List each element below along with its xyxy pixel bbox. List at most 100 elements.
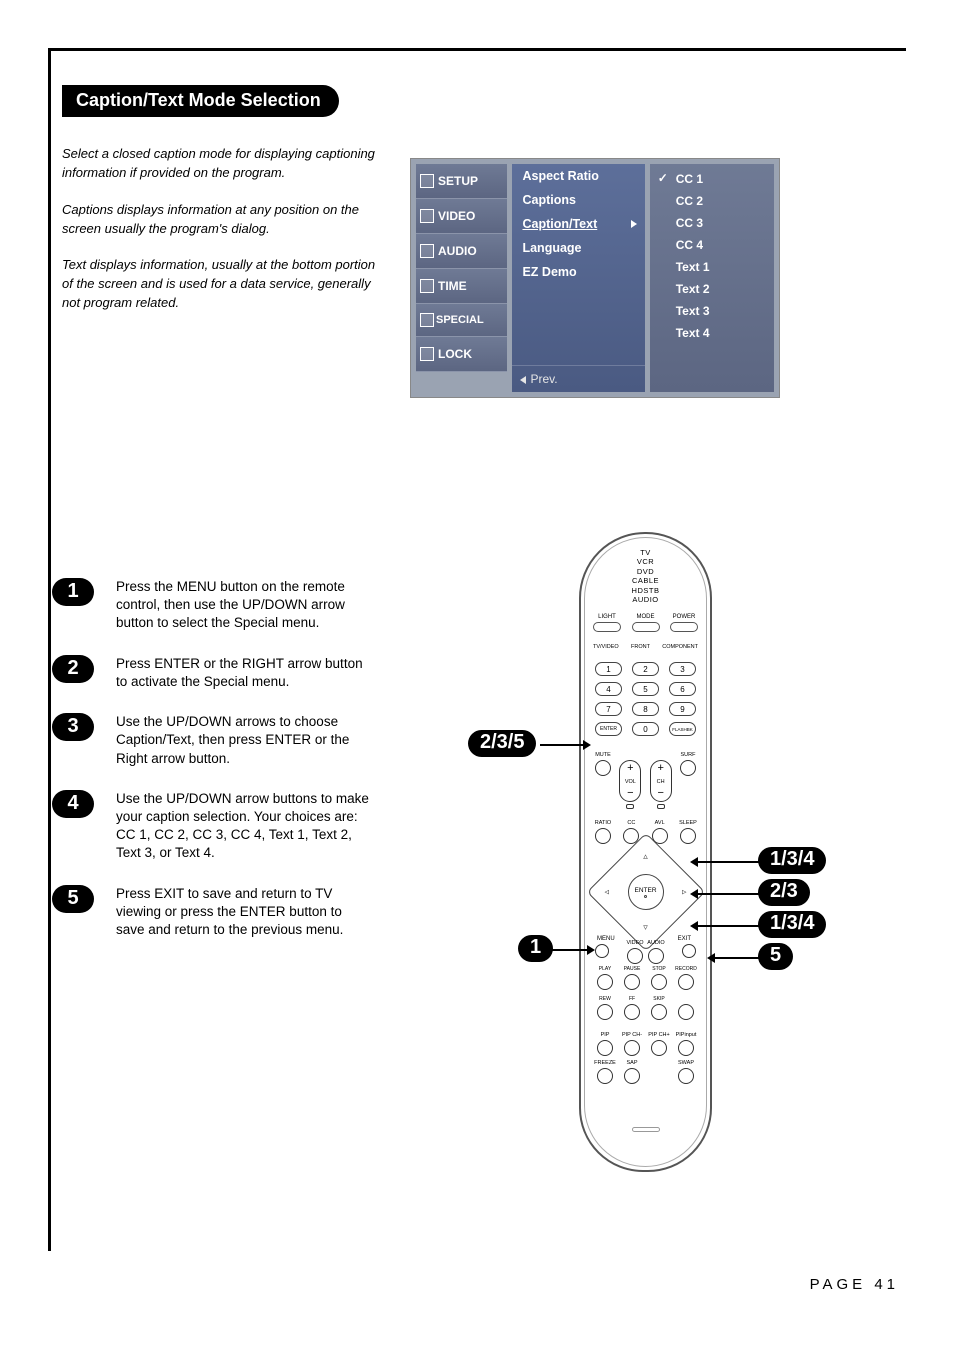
- sleep-button[interactable]: SLEEP: [680, 828, 696, 844]
- step-bullet: 4: [52, 790, 94, 818]
- num-8-button[interactable]: 8: [632, 702, 659, 716]
- step-5: 5 Press EXIT to save and return to TV vi…: [52, 885, 422, 940]
- osd-tab-time[interactable]: TIME: [416, 269, 507, 304]
- skip-back-button[interactable]: SKIP: [651, 1004, 667, 1020]
- lock-icon: [420, 347, 434, 361]
- osd-tab-audio[interactable]: AUDIO: [416, 234, 507, 269]
- osd-option-text4[interactable]: Text 4: [650, 322, 774, 344]
- osd-option-text1[interactable]: Text 1: [650, 256, 774, 278]
- arrowhead-icon: [587, 945, 595, 955]
- ff-button[interactable]: FF: [624, 1004, 640, 1020]
- num-2-button[interactable]: 2: [632, 662, 659, 676]
- num-6-button[interactable]: 6: [669, 682, 696, 696]
- down-arrow-icon[interactable]: ▿: [643, 922, 648, 933]
- setup-icon: [420, 174, 434, 188]
- osd-item-ezdemo[interactable]: EZ Demo: [512, 260, 644, 284]
- left-arrow-icon[interactable]: ◃: [605, 887, 610, 898]
- osd-item-captions[interactable]: Captions: [512, 188, 644, 212]
- osd-option-cc1[interactable]: ✓CC 1: [650, 168, 774, 190]
- pause-label: PAUSE: [624, 966, 641, 972]
- osd-tab-special[interactable]: SPECIAL: [416, 304, 507, 337]
- pip-button[interactable]: PIP: [597, 1040, 613, 1056]
- mute-label: MUTE: [595, 752, 611, 758]
- num-0-button[interactable]: 0: [632, 722, 659, 736]
- num-4-button[interactable]: 4: [595, 682, 622, 696]
- osd-tab-label: SETUP: [438, 174, 478, 188]
- callout-235: 2/3/5: [468, 730, 536, 757]
- arrowhead-icon: [690, 921, 698, 931]
- osd-tab-lock[interactable]: LOCK: [416, 337, 507, 372]
- osd-tab-video[interactable]: VIDEO: [416, 199, 507, 234]
- channel-rocker[interactable]: +CH−: [650, 760, 672, 802]
- record-button[interactable]: RECORD: [678, 974, 694, 990]
- mute-button[interactable]: MUTE: [595, 760, 611, 776]
- sap-button[interactable]: SAP: [624, 1068, 640, 1084]
- osd-prev[interactable]: Prev.: [512, 365, 644, 392]
- osd-option-cc3[interactable]: CC 3: [650, 212, 774, 234]
- volume-rocker[interactable]: +VOL−: [619, 760, 641, 802]
- mode-button[interactable]: MODE: [632, 622, 660, 632]
- callout-line: [552, 949, 589, 951]
- num-1-button[interactable]: 1: [595, 662, 622, 676]
- freeze-label: FREEZE: [594, 1060, 616, 1066]
- audio-label: AUDIO: [647, 940, 664, 946]
- pipinput-button[interactable]: PIPinput: [678, 1040, 694, 1056]
- num-9-button[interactable]: 9: [669, 702, 696, 716]
- osd-tab-setup[interactable]: SETUP: [416, 164, 507, 199]
- up-arrow-icon[interactable]: ▵: [643, 851, 648, 862]
- play-label: PLAY: [599, 966, 611, 972]
- power-button[interactable]: POWER: [670, 622, 698, 632]
- swap-button[interactable]: SWAP: [678, 1068, 694, 1084]
- osd-tab-label: AUDIO: [438, 244, 477, 258]
- osd-item-language[interactable]: Language: [512, 236, 644, 260]
- callout-5: 5: [758, 943, 793, 970]
- exit-button[interactable]: [682, 944, 696, 958]
- ratio-label: RATIO: [595, 820, 611, 826]
- enter-button[interactable]: ENTER: [628, 874, 664, 910]
- time-icon: [420, 279, 434, 293]
- rew-button[interactable]: REW: [597, 1004, 613, 1020]
- intro-p2: Captions displays information at any pos…: [62, 201, 382, 239]
- flashback-button[interactable]: FLASHBK: [669, 722, 696, 736]
- pipchm-button[interactable]: PIP CH-: [624, 1040, 640, 1056]
- stop-label: STOP: [652, 966, 666, 972]
- play-button[interactable]: PLAY: [597, 974, 613, 990]
- video-button[interactable]: VIDEO: [627, 948, 643, 964]
- surf-button[interactable]: SURF: [680, 760, 696, 776]
- num-7-button[interactable]: 7: [595, 702, 622, 716]
- menu-button[interactable]: [595, 944, 609, 958]
- cc-label: CC: [627, 820, 635, 826]
- pipchp-button[interactable]: PIP CH+: [651, 1040, 667, 1056]
- light-button[interactable]: LIGHT: [593, 622, 621, 632]
- callout-line: [540, 744, 585, 746]
- ratio-button[interactable]: RATIO: [595, 828, 611, 844]
- swap-label: SWAP: [678, 1060, 694, 1066]
- num-5-button[interactable]: 5: [632, 682, 659, 696]
- sap-label: SAP: [626, 1060, 637, 1066]
- skip-fwd-button[interactable]: [678, 1004, 694, 1020]
- osd-item-aspect[interactable]: Aspect Ratio: [512, 164, 644, 188]
- osd-option-text3[interactable]: Text 3: [650, 300, 774, 322]
- arrowhead-icon: [707, 953, 715, 963]
- audio-button[interactable]: AUDIO: [648, 948, 664, 964]
- step-text: Use the UP/DOWN arrows to choose Caption…: [116, 713, 371, 768]
- freeze-button[interactable]: FREEZE: [597, 1068, 613, 1084]
- light-label: LIGHT: [598, 614, 616, 620]
- osd-option-cc2[interactable]: CC 2: [650, 190, 774, 212]
- enter-num-button[interactable]: ENTER: [595, 722, 622, 736]
- stop-button[interactable]: STOP: [651, 974, 667, 990]
- osd-item-captiontext[interactable]: Caption/Text: [512, 212, 644, 236]
- num-3-button[interactable]: 3: [669, 662, 696, 676]
- callout-line: [697, 925, 759, 927]
- osd-options: ✓CC 1 CC 2 CC 3 CC 4 Text 1 Text 2 Text …: [650, 164, 774, 392]
- dpad: ENTER ▵ ▿ ◃ ▹: [604, 850, 688, 934]
- osd-option-text2[interactable]: Text 2: [650, 278, 774, 300]
- right-arrow-icon[interactable]: ▹: [682, 887, 687, 898]
- pause-button[interactable]: PAUSE: [624, 974, 640, 990]
- sleep-label: SLEEP: [679, 820, 697, 826]
- intro-p3: Text displays information, usually at th…: [62, 256, 382, 313]
- mode-label: MODE: [637, 614, 655, 620]
- osd-option-cc4[interactable]: CC 4: [650, 234, 774, 256]
- arrow-left-icon: [520, 376, 526, 384]
- callout-line: [714, 957, 759, 959]
